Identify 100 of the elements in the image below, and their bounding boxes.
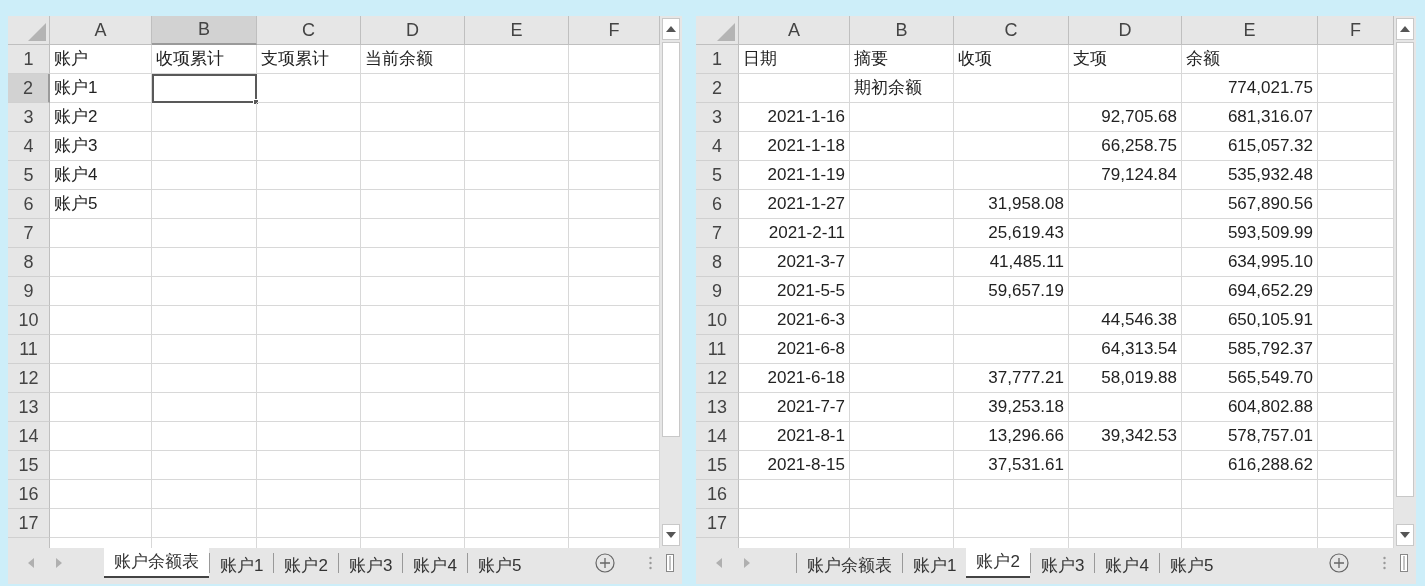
column-header[interactable]: E xyxy=(1182,16,1318,45)
column-header[interactable]: F xyxy=(569,16,660,45)
row-header[interactable]: 3 xyxy=(696,103,739,132)
previous-sheet-icon[interactable] xyxy=(716,558,722,568)
column-header[interactable]: F xyxy=(1318,16,1394,45)
table-cell: 59,657.19 xyxy=(954,277,1069,306)
column-header[interactable]: A xyxy=(50,16,152,45)
row-header[interactable]: 6 xyxy=(8,190,50,219)
add-sheet-icon[interactable] xyxy=(1329,553,1349,573)
row-header[interactable]: 2 xyxy=(696,74,739,103)
sheet-tab[interactable]: 账户3 xyxy=(337,553,403,573)
row-header[interactable]: 1 xyxy=(696,45,739,74)
row-header[interactable]: 14 xyxy=(696,422,739,451)
column-header[interactable]: E xyxy=(465,16,569,45)
row-header[interactable]: 11 xyxy=(8,335,50,364)
scroll-up-button[interactable] xyxy=(1396,18,1414,40)
row-header[interactable]: 17 xyxy=(696,509,739,538)
next-sheet-icon[interactable] xyxy=(744,558,750,568)
row-header[interactable]: 16 xyxy=(696,480,739,509)
row-header[interactable]: 10 xyxy=(8,306,50,335)
sheet-tab[interactable]: 账户4 xyxy=(402,553,467,573)
row-header[interactable]: 11 xyxy=(696,335,739,364)
sheet-tab[interactable]: 账户3 xyxy=(1029,553,1095,573)
row-header[interactable]: 8 xyxy=(8,248,50,277)
table-cell: 收项累计 xyxy=(152,45,257,74)
select-all-triangle-icon[interactable] xyxy=(28,23,46,41)
select-all-triangle-icon[interactable] xyxy=(717,23,735,41)
row-header[interactable]: 10 xyxy=(696,306,739,335)
row-header[interactable]: 16 xyxy=(8,480,50,509)
row-header[interactable]: 3 xyxy=(8,103,50,132)
table-cell: 37,531.61 xyxy=(954,451,1069,480)
row-header[interactable]: 9 xyxy=(8,277,50,306)
row-header[interactable]: 15 xyxy=(696,451,739,480)
row-header[interactable]: 4 xyxy=(696,132,739,161)
row-header[interactable]: 13 xyxy=(8,393,50,422)
scroll-up-button[interactable] xyxy=(662,18,680,40)
fill-handle[interactable] xyxy=(253,99,259,105)
table-cell: 2021-8-15 xyxy=(739,451,850,480)
row-header[interactable]: 8 xyxy=(696,248,739,277)
split-handle-icon[interactable] xyxy=(1400,554,1408,572)
more-options-icon[interactable] xyxy=(1383,556,1386,570)
row-header[interactable]: 2 xyxy=(8,74,50,103)
row-header[interactable]: 12 xyxy=(8,364,50,393)
table-cell: 日期 xyxy=(739,45,850,74)
row-header[interactable]: 4 xyxy=(8,132,50,161)
column-header[interactable]: C xyxy=(954,16,1069,45)
row-header[interactable]: 13 xyxy=(696,393,739,422)
active-cell[interactable] xyxy=(152,74,257,103)
sheet-tab[interactable]: 账户2 xyxy=(273,553,338,573)
column-header[interactable]: C xyxy=(257,16,361,45)
table-cell: 2021-6-3 xyxy=(739,306,850,335)
split-handle-icon[interactable] xyxy=(666,554,674,572)
scroll-thumb[interactable] xyxy=(1396,42,1414,497)
sheet-tab[interactable]: 账户4 xyxy=(1094,553,1159,573)
row-header[interactable]: 5 xyxy=(696,161,739,190)
table-cell: 535,932.48 xyxy=(1182,161,1318,190)
row-header[interactable]: 12 xyxy=(696,364,739,393)
column-header[interactable]: D xyxy=(1069,16,1182,45)
table-cell: 2021-5-5 xyxy=(739,277,850,306)
table-cell: 92,705.68 xyxy=(1069,103,1182,132)
row-header[interactable]: 7 xyxy=(696,219,739,248)
table-cell: 681,316.07 xyxy=(1182,103,1318,132)
sheet-tab[interactable]: 账户5 xyxy=(1158,553,1224,573)
table-cell: 64,313.54 xyxy=(1069,335,1182,364)
next-sheet-icon[interactable] xyxy=(56,558,62,568)
table-cell: 收项 xyxy=(954,45,1069,74)
row-header[interactable]: 14 xyxy=(8,422,50,451)
vertical-scrollbar[interactable] xyxy=(660,16,682,548)
row-header[interactable]: 5 xyxy=(8,161,50,190)
table-cell: 615,057.32 xyxy=(1182,132,1318,161)
vertical-scrollbar[interactable] xyxy=(1394,16,1416,548)
row-header[interactable]: 9 xyxy=(696,277,739,306)
sheet-tab[interactable]: 账户余额表 xyxy=(796,553,902,573)
table-cell: 634,995.10 xyxy=(1182,248,1318,277)
table-cell: 25,619.43 xyxy=(954,219,1069,248)
table-cell: 650,105.91 xyxy=(1182,306,1318,335)
add-sheet-icon[interactable] xyxy=(595,553,615,573)
row-header[interactable]: 7 xyxy=(8,219,50,248)
row-header[interactable]: 6 xyxy=(696,190,739,219)
column-header[interactable]: D xyxy=(361,16,465,45)
table-cell: 账户5 xyxy=(50,190,152,219)
previous-sheet-icon[interactable] xyxy=(28,558,34,568)
table-cell: 2021-6-18 xyxy=(739,364,850,393)
table-cell: 616,288.62 xyxy=(1182,451,1318,480)
scroll-thumb[interactable] xyxy=(662,42,680,437)
scroll-down-button[interactable] xyxy=(662,524,680,546)
down-arrow-icon xyxy=(1400,532,1410,538)
column-header[interactable]: A xyxy=(739,16,850,45)
scroll-down-button[interactable] xyxy=(1396,524,1414,546)
sheet-tab[interactable]: 账户2 xyxy=(966,547,1030,578)
table-cell: 余额 xyxy=(1182,45,1318,74)
sheet-tab[interactable]: 账户余额表 xyxy=(104,547,209,578)
sheet-tab[interactable]: 账户1 xyxy=(209,553,274,573)
row-header[interactable]: 17 xyxy=(8,509,50,538)
row-header[interactable]: 15 xyxy=(8,451,50,480)
row-header[interactable]: 1 xyxy=(8,45,50,74)
column-header[interactable]: B xyxy=(152,16,257,45)
column-header[interactable]: B xyxy=(850,16,954,45)
more-options-icon[interactable] xyxy=(649,556,652,570)
sheet-tab[interactable]: 账户5 xyxy=(466,553,532,573)
